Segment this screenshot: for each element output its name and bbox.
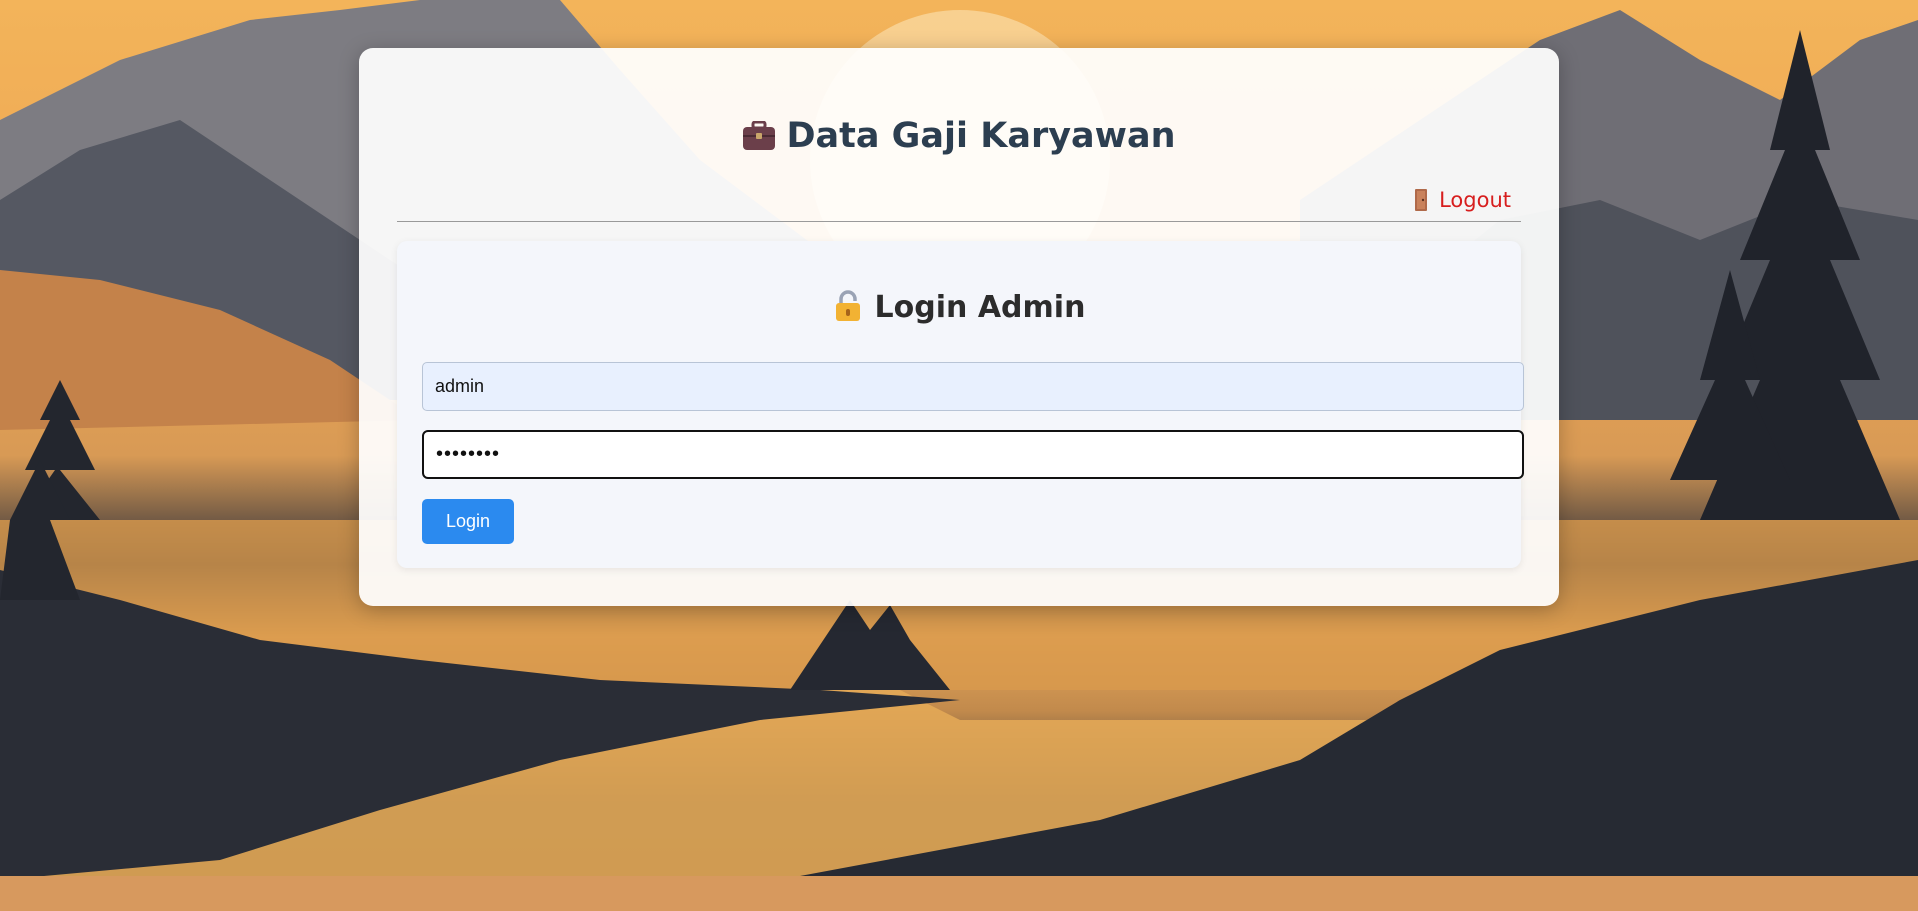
page-title: Data Gaji Karyawan — [0, 112, 1918, 160]
footer-band — [0, 876, 1918, 911]
login-button[interactable]: Login — [422, 499, 514, 544]
lock-icon — [833, 290, 863, 322]
login-title: Login Admin — [0, 288, 1918, 328]
door-icon — [1415, 189, 1428, 211]
page-title-text: Data Gaji Karyawan — [786, 116, 1176, 156]
header-divider — [397, 221, 1521, 222]
logout-label: Logout — [1439, 188, 1511, 212]
password-input[interactable]: •••••••• — [422, 430, 1524, 479]
logout-link[interactable]: Logout — [1415, 188, 1511, 212]
briefcase-icon — [742, 116, 776, 150]
login-title-text: Login Admin — [874, 290, 1086, 325]
username-input[interactable]: admin — [422, 362, 1524, 411]
